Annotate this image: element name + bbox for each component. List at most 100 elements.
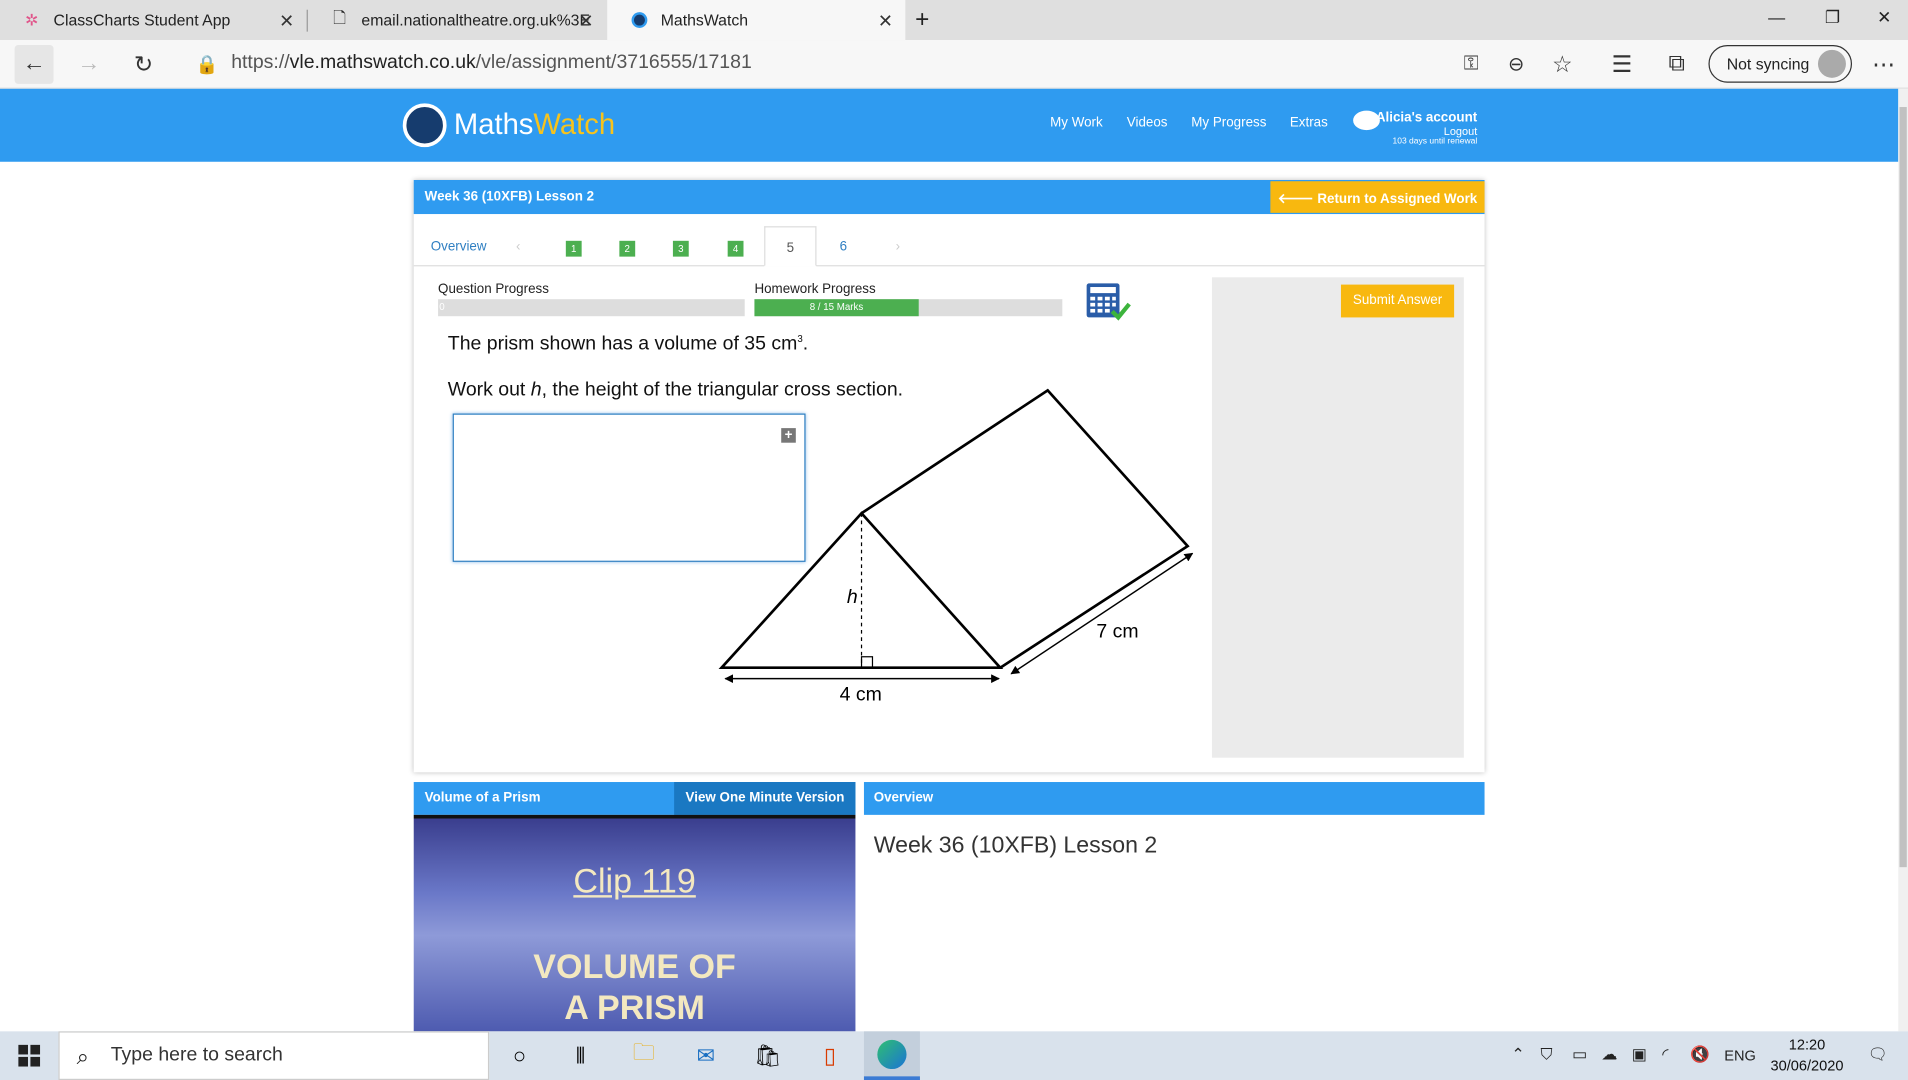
nav-extras[interactable]: Extras <box>1290 116 1328 131</box>
question-tab-3[interactable]: 3 <box>672 240 689 257</box>
edge-browser-icon[interactable] <box>863 1031 920 1080</box>
clip-title-line-1: VOLUME OF <box>533 947 736 986</box>
document-icon: 🗋 <box>333 7 346 27</box>
clock-time: 12:20 <box>1788 1036 1826 1054</box>
volume-muted-icon[interactable]: 🔇 <box>1690 1045 1710 1064</box>
close-tab-icon[interactable]: ✕ <box>279 9 294 31</box>
store-icon[interactable]: 🛍 <box>745 1037 791 1073</box>
question-tab-4[interactable]: 4 <box>727 240 744 257</box>
prism-diagram: h 7 cm 4 cm <box>718 388 1194 706</box>
new-tab-button[interactable]: + <box>910 0 947 40</box>
logo-text-watch: Watch <box>533 108 616 142</box>
lock-icon[interactable]: 🔒 <box>187 45 226 84</box>
site-header: MathsWatch My Work Videos My Progress Ex… <box>0 88 1899 162</box>
edge-logo-icon <box>877 1039 907 1069</box>
tab-title: MathsWatch <box>660 10 749 30</box>
tab-email[interactable]: 🗋 email.nationaltheatre.org.uk%3E ✕ <box>308 0 606 40</box>
question-tab-1[interactable]: 1 <box>565 240 582 257</box>
favorites-list-icon[interactable]: ☰ <box>1603 45 1642 84</box>
sync-label: Not syncing <box>1726 54 1810 73</box>
nav-videos[interactable]: Videos <box>1127 116 1168 131</box>
search-placeholder: Type here to search <box>110 1044 283 1066</box>
taskbar-search-box[interactable]: ⌕ Type here to search <box>58 1031 490 1080</box>
overview-text: Week 36 (10XFB) Lesson 2 <box>873 833 1158 859</box>
clip-title: VOLUME OF A PRISM <box>414 946 856 1029</box>
profile-sync-button[interactable]: Not syncing <box>1708 45 1853 83</box>
homework-progress-bar: 8 / 15 Marks <box>754 299 1063 317</box>
browser-tab-strip: ✲ ClassCharts Student App ✕ 🗋 email.nati… <box>0 0 1908 41</box>
plus-icon: + <box>915 6 930 33</box>
address-bar-row: ← → ↻ 🔒 https://vle.mathswatch.co.uk/vle… <box>0 40 1908 89</box>
mail-icon[interactable]: ✉ <box>683 1037 729 1073</box>
forward-button[interactable]: → <box>69 45 108 84</box>
minimize-icon: — <box>1768 7 1786 27</box>
mathswatch-logo[interactable]: MathsWatch <box>402 103 616 148</box>
overview-header: Overview <box>863 782 1485 815</box>
clock[interactable]: 12:20 30/06/2020 <box>1764 1035 1849 1076</box>
tab-classcharts[interactable]: ✲ ClassCharts Student App ✕ <box>0 0 307 40</box>
question-progress-label: Question Progress <box>438 282 549 297</box>
tab-overview[interactable]: Overview <box>431 240 487 255</box>
url-path: /vle/assignment/3716555/17181 <box>475 52 752 73</box>
logo-text-maths: Maths <box>453 108 534 142</box>
page-scrollbar[interactable] <box>1898 88 1908 1032</box>
start-button[interactable] <box>0 1031 58 1080</box>
security-shield-icon[interactable]: ⛉ <box>1541 1045 1553 1064</box>
close-window-button[interactable]: ✕ <box>1861 0 1908 34</box>
homework-progress-label: Homework Progress <box>754 282 876 297</box>
return-to-assigned-work-button[interactable]: 🡐 Return to Assigned Work <box>1270 181 1485 213</box>
office-icon[interactable]: ▯ <box>807 1037 853 1073</box>
battery-icon[interactable]: ▭ <box>1572 1045 1587 1064</box>
video-title: Volume of a Prism <box>424 790 541 806</box>
wifi-icon[interactable]: ◜ <box>1662 1045 1668 1064</box>
account-block: Alicia's account Logout 103 days until r… <box>1353 111 1477 146</box>
renewal-text: 103 days until renewal <box>1392 137 1478 146</box>
action-center-icon[interactable]: 🗨 <box>1868 1045 1888 1064</box>
notification-app-icon[interactable]: ▣ <box>1632 1045 1647 1064</box>
video-header: Volume of a Prism View One Minute Versio… <box>413 782 856 815</box>
question-progress-bar: 0 <box>438 299 745 317</box>
zoom-out-icon[interactable]: ⊖ <box>1497 45 1536 84</box>
submit-answer-button[interactable]: Submit Answer <box>1340 284 1455 318</box>
more-menu-icon[interactable]: ⋯ <box>1864 45 1903 84</box>
question-progress-text: 0 <box>439 301 445 313</box>
tab-mathswatch[interactable]: MathsWatch ✕ <box>607 0 906 41</box>
close-tab-icon[interactable]: ✕ <box>878 9 893 31</box>
account-link[interactable]: Alicia's account <box>1353 111 1477 126</box>
question-tab-6[interactable]: 6 <box>840 240 847 255</box>
diagram-label-base: 4 cm <box>840 684 882 706</box>
restore-button[interactable]: ❐ <box>1805 0 1861 34</box>
arrow-left-icon: 🡐 <box>1277 192 1318 207</box>
scrollbar-thumb[interactable] <box>1899 107 1907 868</box>
show-hidden-icons-icon[interactable]: ⌃ <box>1511 1045 1524 1064</box>
minimize-button[interactable]: — <box>1749 0 1805 34</box>
question-panel: Week 36 (10XFB) Lesson 2 🡐 Return to Ass… <box>413 180 1485 773</box>
key-icon[interactable]: ⚿ <box>1452 45 1491 84</box>
prev-arrow-icon[interactable]: ‹ <box>516 240 520 255</box>
collections-icon[interactable]: ⧉ <box>1657 45 1696 84</box>
nav-my-progress[interactable]: My Progress <box>1191 116 1266 131</box>
cortana-icon[interactable]: ○ <box>496 1037 542 1073</box>
view-one-minute-version-button[interactable]: View One Minute Version <box>674 782 856 815</box>
question-tab-2[interactable]: 2 <box>619 240 636 257</box>
close-tab-icon[interactable]: ✕ <box>579 9 594 31</box>
favorite-star-icon[interactable]: ☆ <box>1543 45 1582 84</box>
search-icon: ⌕ <box>76 1044 89 1070</box>
refresh-button[interactable]: ↻ <box>124 45 163 84</box>
input-language[interactable]: ENG <box>1724 1047 1756 1064</box>
question-tab-5-current[interactable]: 5 <box>764 226 817 267</box>
back-button[interactable]: ← <box>14 45 54 84</box>
nav-my-work[interactable]: My Work <box>1050 116 1103 131</box>
onedrive-cloud-icon[interactable]: ☁ <box>1601 1045 1617 1064</box>
video-thumbnail[interactable]: Clip 119 VOLUME OF A PRISM <box>413 814 856 1032</box>
file-explorer-icon[interactable]: 🗀 <box>621 1037 667 1073</box>
url-field[interactable]: https://vle.mathswatch.co.uk/vle/assignm… <box>231 52 752 74</box>
question-tabs: Overview ‹ 1 2 3 4 5 6 › <box>413 226 1485 267</box>
question-text: Work out <box>447 379 531 401</box>
logout-link[interactable]: Logout <box>1353 125 1478 137</box>
windows-logo-icon <box>18 1044 41 1067</box>
task-view-icon[interactable]: ⫴ <box>557 1037 603 1073</box>
windows-taskbar: ⌕ Type here to search ○ ⫴ 🗀 ✉ 🛍 ▯ ⌃ ⛉ ▭ … <box>0 1031 1908 1080</box>
next-arrow-icon[interactable]: › <box>896 240 900 255</box>
variable-h: h <box>530 379 542 401</box>
